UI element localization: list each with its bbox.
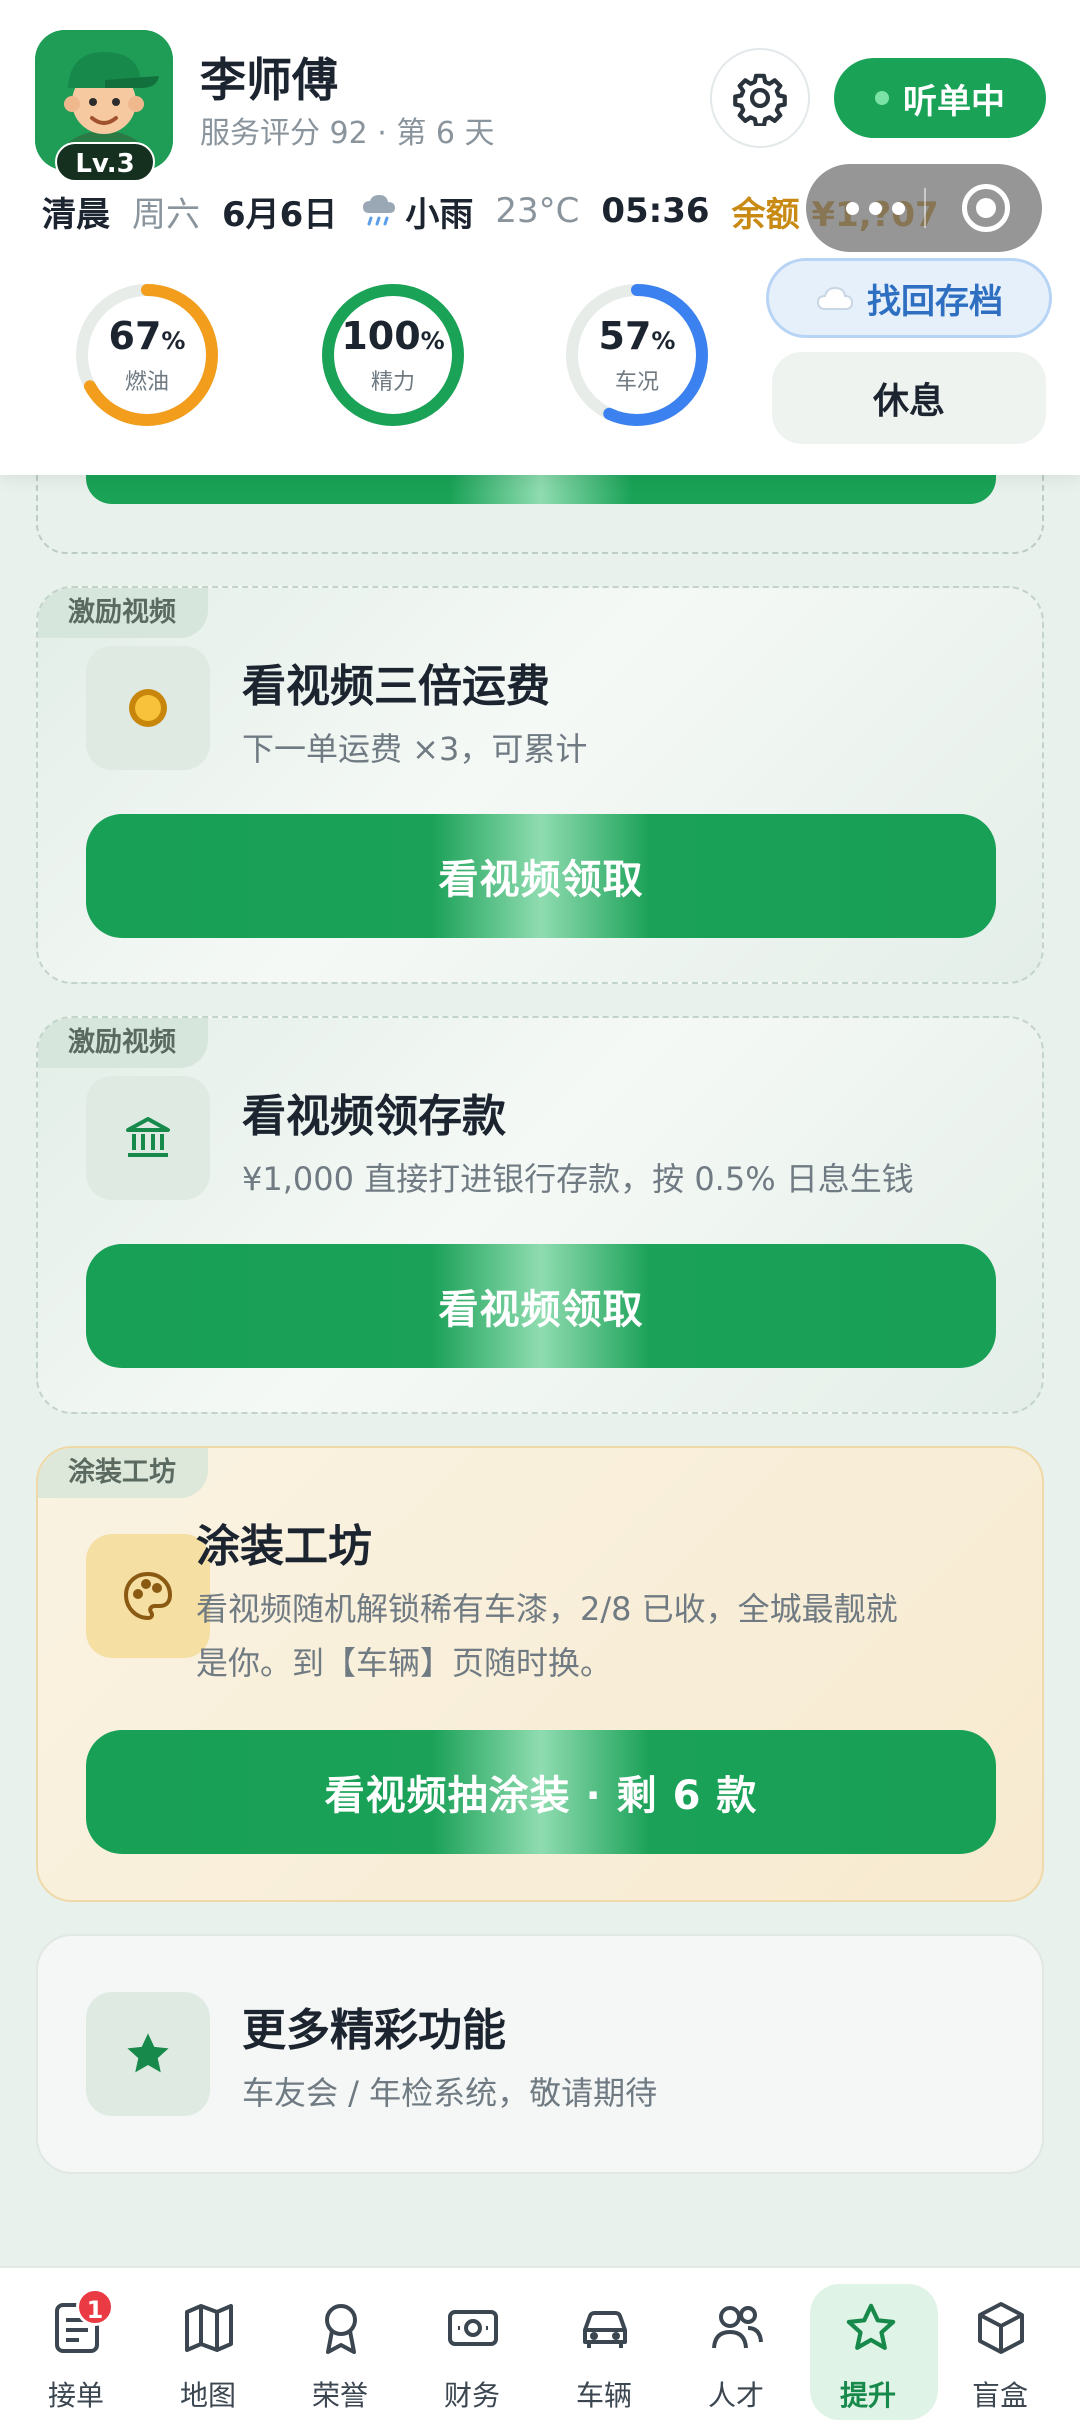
driver-name: 李师傅 (200, 53, 338, 107)
card-tag: 涂装工坊 (38, 1448, 208, 1498)
nav-label: 荣誉 (311, 2379, 368, 2412)
card-desc-line2: 是你。到【车辆】页随时换。 (196, 1644, 613, 1682)
rest-button[interactable]: 休息 (772, 352, 1046, 444)
fuel-value: 67 (108, 314, 162, 358)
card-desc-line1: 看视频随机解锁稀有车漆，2/8 已收，全城最靓就 (196, 1590, 898, 1628)
triple-fare-card: 激励视频 看视频三倍运费 下一单运费 ×3，可累计 看视频领取 (36, 586, 1044, 984)
date: 6月6日 (222, 194, 338, 235)
deposit-card: 激励视频 看视频领存款 ¥1,000 直接打进银行存款，按 0.5% 日息生钱 … (36, 1016, 1044, 1414)
star-icon (127, 2033, 169, 2073)
more-icon[interactable] (846, 202, 905, 215)
energy-gauge: 100% 精力 (318, 280, 468, 430)
card-title: 看视频三倍运费 (242, 661, 550, 712)
more-features-card: 更多精彩功能 车友会 / 年检系统，敬请期待 (36, 1934, 1044, 2174)
bottom-nav: 1 接单 地图 荣誉 财务 车辆 人才 提升 盲盒 (0, 2266, 1080, 2428)
nav-item-map[interactable]: 地图 (142, 2268, 274, 2428)
gear-icon (733, 73, 787, 126)
nav-item-talent[interactable]: 人才 (670, 2268, 802, 2428)
close-mini-program-icon[interactable] (962, 184, 1010, 232)
draw-paint-button[interactable]: 看视频抽涂装 · 剩 6 款 (86, 1730, 996, 1854)
nav-label: 车辆 (575, 2379, 632, 2412)
card-icon-box (86, 1992, 210, 2116)
card-icon-box (86, 1076, 210, 1200)
nav-label: 地图 (179, 2379, 236, 2412)
card-tag: 激励视频 (38, 1018, 208, 1068)
watch-video-claim-button[interactable]: 看视频领取 (86, 814, 996, 938)
top-header: Lv.3 李师傅 服务评分 92 · 第 6 天 听单中 清晨 周六 6月6日 … (0, 0, 1080, 475)
card-desc: 车友会 / 年检系统，敬请期待 (242, 2074, 658, 2112)
nav-item-finance[interactable]: 财务 (406, 2268, 538, 2428)
car-condition-label: 车况 (614, 370, 659, 395)
palette-icon (123, 1571, 173, 1621)
energy-label: 精力 (370, 370, 415, 395)
notification-badge: 1 (76, 2288, 114, 2326)
card-tag: 激励视频 (38, 588, 208, 638)
card-desc: 下一单运费 ×3，可累计 (242, 730, 588, 768)
level-badge: Lv.3 (55, 142, 155, 182)
nav-label: 提升 (839, 2379, 896, 2412)
rest-label: 休息 (872, 381, 945, 422)
car-condition-value: 57 (598, 314, 652, 358)
card-title: 涂装工坊 (196, 1521, 372, 1572)
card-icon-box (86, 1534, 210, 1658)
coin-icon (129, 689, 167, 727)
nav-item-honor[interactable]: 荣誉 (274, 2268, 406, 2428)
weekday: 周六 (132, 194, 200, 235)
box-icon (978, 2302, 1024, 2354)
car-condition-gauge: 57% 车况 (562, 280, 712, 430)
nav-item-vehicle[interactable]: 车辆 (538, 2268, 670, 2428)
nav-item-upgrade[interactable]: 提升 (802, 2268, 938, 2428)
driver-subinfo: 服务评分 92 · 第 6 天 (200, 116, 495, 151)
mini-program-capsule[interactable] (806, 164, 1042, 252)
star-outline-icon (846, 2303, 896, 2350)
nav-label: 接单 (47, 2379, 104, 2412)
rain-cloud-icon (359, 191, 399, 231)
recover-save-label: 找回存档 (867, 281, 1003, 322)
listening-status-button[interactable]: 听单中 (834, 58, 1046, 138)
temperature: 23°C (495, 191, 580, 231)
cloud-icon (815, 283, 855, 313)
nav-item-orders[interactable]: 1 接单 (10, 2268, 142, 2428)
nav-item-blindbox[interactable]: 盲盒 (934, 2268, 1066, 2428)
nav-label: 财务 (443, 2379, 500, 2412)
time-of-day: 清晨 (42, 194, 110, 235)
weather-text: 小雨 (405, 194, 474, 235)
award-icon (325, 2304, 357, 2354)
fuel-label: 燃油 (124, 370, 169, 395)
nav-label: 盲盒 (971, 2379, 1028, 2412)
card-title: 看视频领存款 (242, 1091, 506, 1142)
energy-value: 100 (341, 314, 421, 358)
nav-label: 人才 (707, 2379, 764, 2412)
clock: 05:36 (601, 191, 710, 231)
bank-icon (126, 1117, 170, 1157)
watch-video-claim-button[interactable]: 看视频领取 (86, 1244, 996, 1368)
card-icon-box (86, 646, 210, 770)
paint-workshop-card: 涂装工坊 涂装工坊 看视频随机解锁稀有车漆，2/8 已收，全城最靓就 是你。到【… (36, 1446, 1044, 1902)
card-title: 更多精彩功能 (242, 2005, 506, 2056)
car-icon (583, 2311, 627, 2348)
fuel-gauge: 67% 燃油 (72, 280, 222, 430)
people-icon (712, 2306, 763, 2349)
money-icon (448, 2310, 498, 2346)
listening-label: 听单中 (903, 81, 1005, 122)
status-dot (875, 91, 889, 105)
card-desc: ¥1,000 直接打进银行存款，按 0.5% 日息生钱 (242, 1160, 914, 1198)
map-icon (185, 2304, 233, 2352)
settings-button[interactable] (710, 48, 810, 148)
recover-save-button[interactable]: 找回存档 (766, 258, 1052, 338)
